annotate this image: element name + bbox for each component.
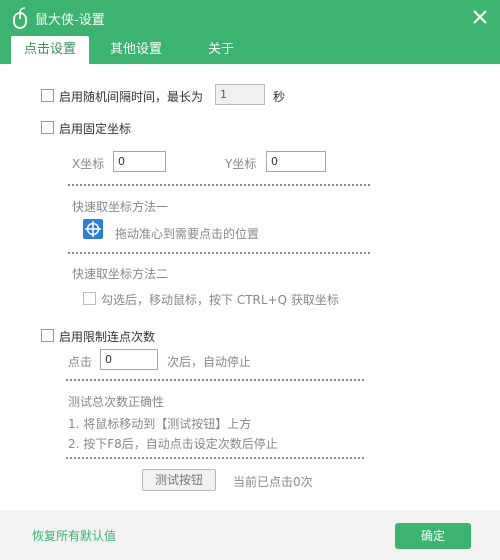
method1-text: 拖动准心到需要点击的位置: [115, 227, 260, 241]
divider-2: [68, 252, 370, 254]
y-coord-label: Y坐标: [225, 157, 257, 171]
method1-title: 快速取坐标方法一: [72, 200, 169, 214]
method2-title: 快速取坐标方法二: [72, 267, 169, 281]
limit-clicks-label: 启用限制连点次数: [59, 330, 156, 344]
y-coord-input[interactable]: [266, 151, 326, 172]
limit-clicks-checkbox[interactable]: [41, 329, 54, 342]
window-title: 鼠大侠-设置: [35, 13, 105, 28]
random-interval-label: 启用随机间隔时间，最长为: [59, 90, 204, 104]
divider-3: [66, 379, 364, 381]
divider-1: [68, 184, 370, 186]
tab-bar: 点击设置 其他设置 关于: [0, 36, 500, 64]
x-coord-label: X坐标: [72, 157, 105, 171]
method2-checkbox[interactable]: [83, 292, 96, 305]
method2-text: 勾选后，移动鼠标，按下 CTRL+Q 获取坐标: [101, 293, 339, 307]
click-count-input[interactable]: [100, 349, 158, 370]
divider-4: [66, 457, 364, 459]
settings-window: 鼠大侠-设置 点击设置 其他设置 关于 启用随机间隔时间，最长为 秒 启用固定坐…: [0, 0, 500, 560]
click-count-label: 点击: [68, 355, 93, 369]
x-coord-input[interactable]: [113, 151, 166, 172]
footer-bar: 恢复所有默认值 确定: [0, 510, 500, 560]
random-interval-input[interactable]: [215, 84, 265, 105]
test-step-1: 1. 将鼠标移动到【测试按钮】上方: [68, 417, 252, 431]
random-interval-checkbox[interactable]: [41, 89, 54, 102]
tab-click-settings[interactable]: 点击设置: [11, 36, 89, 64]
click-count-suffix: 次后，自动停止: [167, 355, 252, 369]
seconds-unit-label: 秒: [273, 90, 286, 104]
tab-other-settings[interactable]: 其他设置: [98, 36, 174, 64]
current-clicks-status: 当前已点击0次: [233, 475, 313, 489]
ok-button[interactable]: 确定: [395, 523, 471, 549]
close-icon[interactable]: [470, 7, 490, 27]
test-step-2: 2. 按下F8后，自动点击设定次数后停止: [68, 437, 278, 451]
tab-about[interactable]: 关于: [192, 36, 250, 64]
reset-defaults-link[interactable]: 恢复所有默认值: [32, 527, 116, 544]
fixed-coord-label: 启用固定坐标: [59, 122, 132, 136]
mouse-icon: [13, 7, 27, 29]
test-title: 测试总次数正确性: [68, 395, 165, 409]
title-bar: 鼠大侠-设置: [0, 0, 500, 36]
fixed-coord-checkbox[interactable]: [41, 121, 54, 134]
test-button[interactable]: 测试按钮: [142, 469, 216, 491]
crosshair-icon[interactable]: [83, 219, 103, 239]
